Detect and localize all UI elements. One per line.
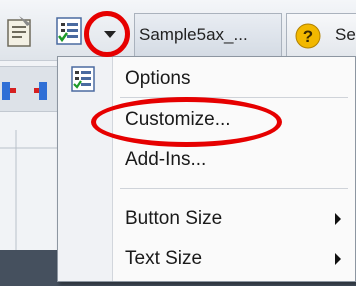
properties-icon[interactable] bbox=[5, 14, 35, 48]
document-tab-label: Sample5ax_... bbox=[139, 25, 248, 44]
dropdown-menu: Options Customize... Add-Ins... Button S… bbox=[57, 56, 356, 282]
menu-item-label: Add-Ins... bbox=[125, 149, 207, 170]
submenu-arrow-icon bbox=[333, 252, 343, 266]
menu-separator bbox=[120, 188, 348, 189]
chevron-down-icon[interactable] bbox=[96, 18, 124, 48]
menu-item-add-ins[interactable]: Add-Ins... bbox=[58, 141, 355, 179]
help-question-icon: ? bbox=[295, 23, 321, 49]
menu-item-options[interactable]: Options bbox=[58, 60, 355, 98]
menu-item-label: Text Size bbox=[125, 248, 203, 269]
toolbar-button-icon[interactable] bbox=[34, 80, 48, 102]
menu-item-label: Customize... bbox=[125, 109, 231, 130]
menu-item-button-size[interactable]: Button Size bbox=[58, 200, 355, 238]
help-tab-label: Se bbox=[335, 25, 356, 44]
tab-help[interactable]: ? Se bbox=[286, 13, 356, 57]
menu-item-customize[interactable]: Customize... bbox=[58, 101, 355, 139]
toolbar-button-icon[interactable] bbox=[2, 80, 16, 102]
tab-document[interactable]: Sample5ax_... bbox=[134, 13, 282, 57]
menu-item-label: Button Size bbox=[125, 208, 223, 229]
menu-item-label: Options bbox=[125, 68, 191, 89]
menu-item-text-size[interactable]: Text Size bbox=[58, 240, 355, 278]
toolbar: Sample5ax_... ? Se bbox=[0, 0, 356, 61]
options-list-icon bbox=[70, 65, 98, 93]
svg-text:?: ? bbox=[303, 27, 313, 46]
options-list-icon[interactable] bbox=[55, 14, 85, 48]
submenu-arrow-icon bbox=[333, 212, 343, 226]
menu-separator bbox=[120, 97, 348, 98]
